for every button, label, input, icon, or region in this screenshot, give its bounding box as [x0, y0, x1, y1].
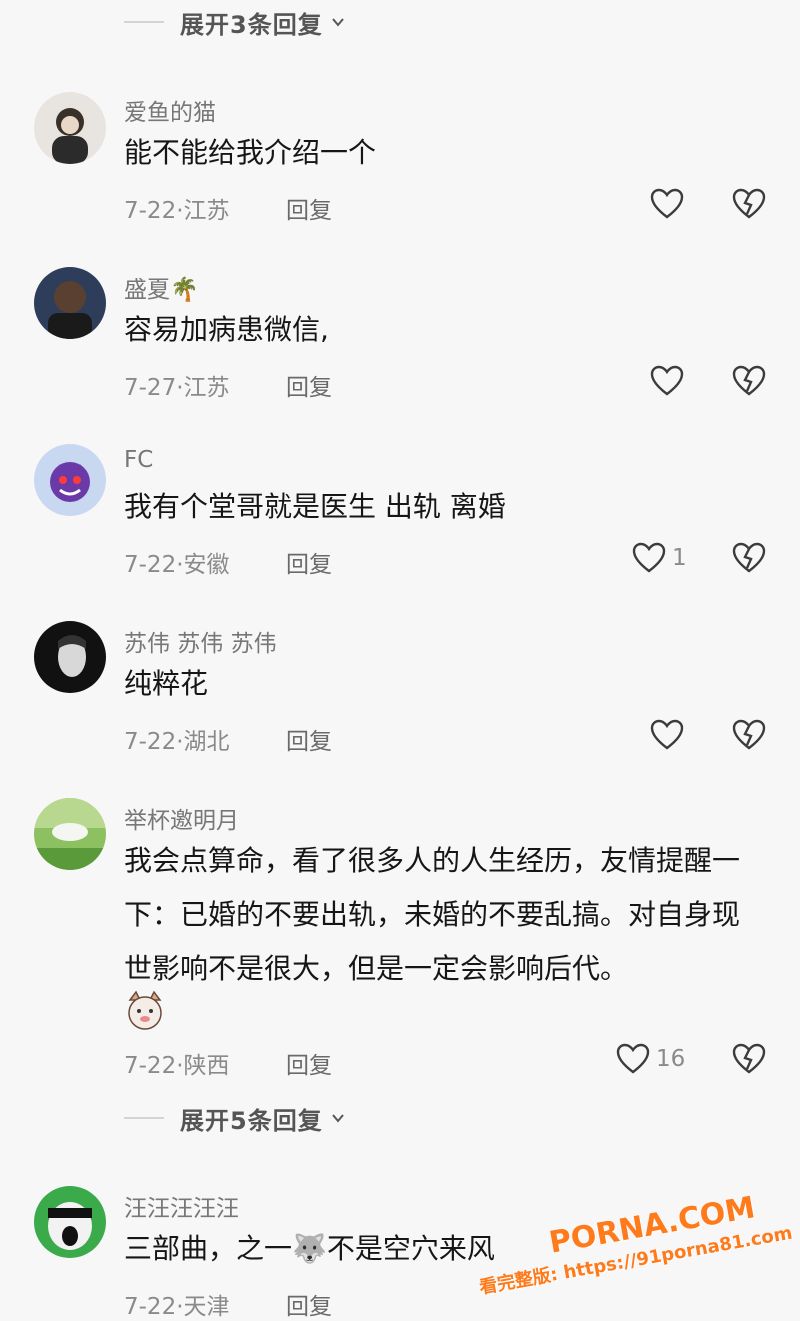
reply-button[interactable]: 回复	[286, 722, 332, 756]
username[interactable]: 举杯邀明月	[124, 801, 239, 835]
heart-icon	[616, 1043, 650, 1074]
expand-replies-mid[interactable]: 展开5条回复	[124, 1098, 345, 1138]
expand-replies-top[interactable]: 展开3条回复	[124, 2, 345, 42]
reply-button[interactable]: 回复	[286, 191, 332, 225]
like-button[interactable]	[650, 365, 690, 397]
username[interactable]: 盛夏🌴	[124, 270, 199, 304]
avatar[interactable]	[34, 267, 106, 339]
avatar[interactable]	[34, 92, 106, 164]
broken-heart-icon	[732, 1043, 766, 1074]
dislike-button[interactable]	[732, 188, 766, 224]
avatar[interactable]	[34, 444, 106, 516]
expand-replies-label: 展开3条回复	[180, 10, 323, 39]
heart-icon	[650, 188, 684, 219]
dislike-button[interactable]	[732, 1043, 766, 1079]
comment-meta: 7-22·安徽	[124, 552, 230, 578]
reply-button[interactable]: 回复	[286, 1046, 332, 1080]
username[interactable]: 汪汪汪汪汪	[124, 1189, 239, 1223]
like-count: 16	[656, 1046, 686, 1072]
comment-text: 我会点算命，看了很多人的人生经历，友情提醒一下：已婚的不要出轨，未婚的不要乱搞。…	[124, 844, 741, 985]
chevron-down-icon	[331, 18, 344, 27]
broken-heart-icon	[732, 542, 766, 573]
reply-button[interactable]: 回复	[286, 1287, 332, 1321]
avatar[interactable]	[34, 621, 106, 693]
like-button[interactable]	[650, 719, 690, 751]
avatar[interactable]	[34, 798, 106, 870]
divider-line	[124, 1117, 164, 1119]
heart-icon	[650, 365, 684, 396]
avatar[interactable]	[34, 1186, 106, 1258]
like-button[interactable]	[650, 188, 690, 220]
broken-heart-icon	[732, 188, 766, 219]
divider-line	[124, 21, 164, 23]
dislike-button[interactable]	[732, 719, 766, 755]
comment-meta: 7-27·江苏	[124, 375, 230, 401]
chevron-down-icon	[331, 1114, 344, 1123]
comment-meta: 7-22·湖北	[124, 729, 230, 755]
heart-icon	[650, 719, 684, 750]
comment-meta: 7-22·陕西	[124, 1053, 230, 1079]
dislike-button[interactable]	[732, 365, 766, 401]
broken-heart-icon	[732, 719, 766, 750]
reply-button[interactable]: 回复	[286, 545, 332, 579]
username[interactable]: 苏伟 苏伟 苏伟	[124, 624, 277, 658]
cat-emoji-icon	[124, 990, 166, 1032]
like-button[interactable]: 16	[616, 1043, 685, 1075]
comment-text: 容易加病患微信,	[124, 313, 329, 346]
comment-text: 我有个堂哥就是医生 出轨 离婚	[124, 490, 506, 523]
comment-meta: 7-22·江苏	[124, 198, 230, 224]
like-button[interactable]: 1	[632, 542, 687, 574]
heart-icon	[632, 542, 666, 573]
reply-button[interactable]: 回复	[286, 368, 332, 402]
like-count: 1	[672, 545, 687, 571]
broken-heart-icon	[732, 365, 766, 396]
comment-text: 能不能给我介绍一个	[124, 136, 377, 169]
username[interactable]: 爱鱼的猫	[124, 93, 216, 127]
dislike-button[interactable]	[732, 542, 766, 578]
comment-meta: 7-22·天津	[124, 1294, 230, 1320]
comment-text: 纯粹花	[124, 667, 209, 700]
username[interactable]: FC	[124, 447, 153, 473]
expand-replies-label: 展开5条回复	[180, 1106, 323, 1135]
